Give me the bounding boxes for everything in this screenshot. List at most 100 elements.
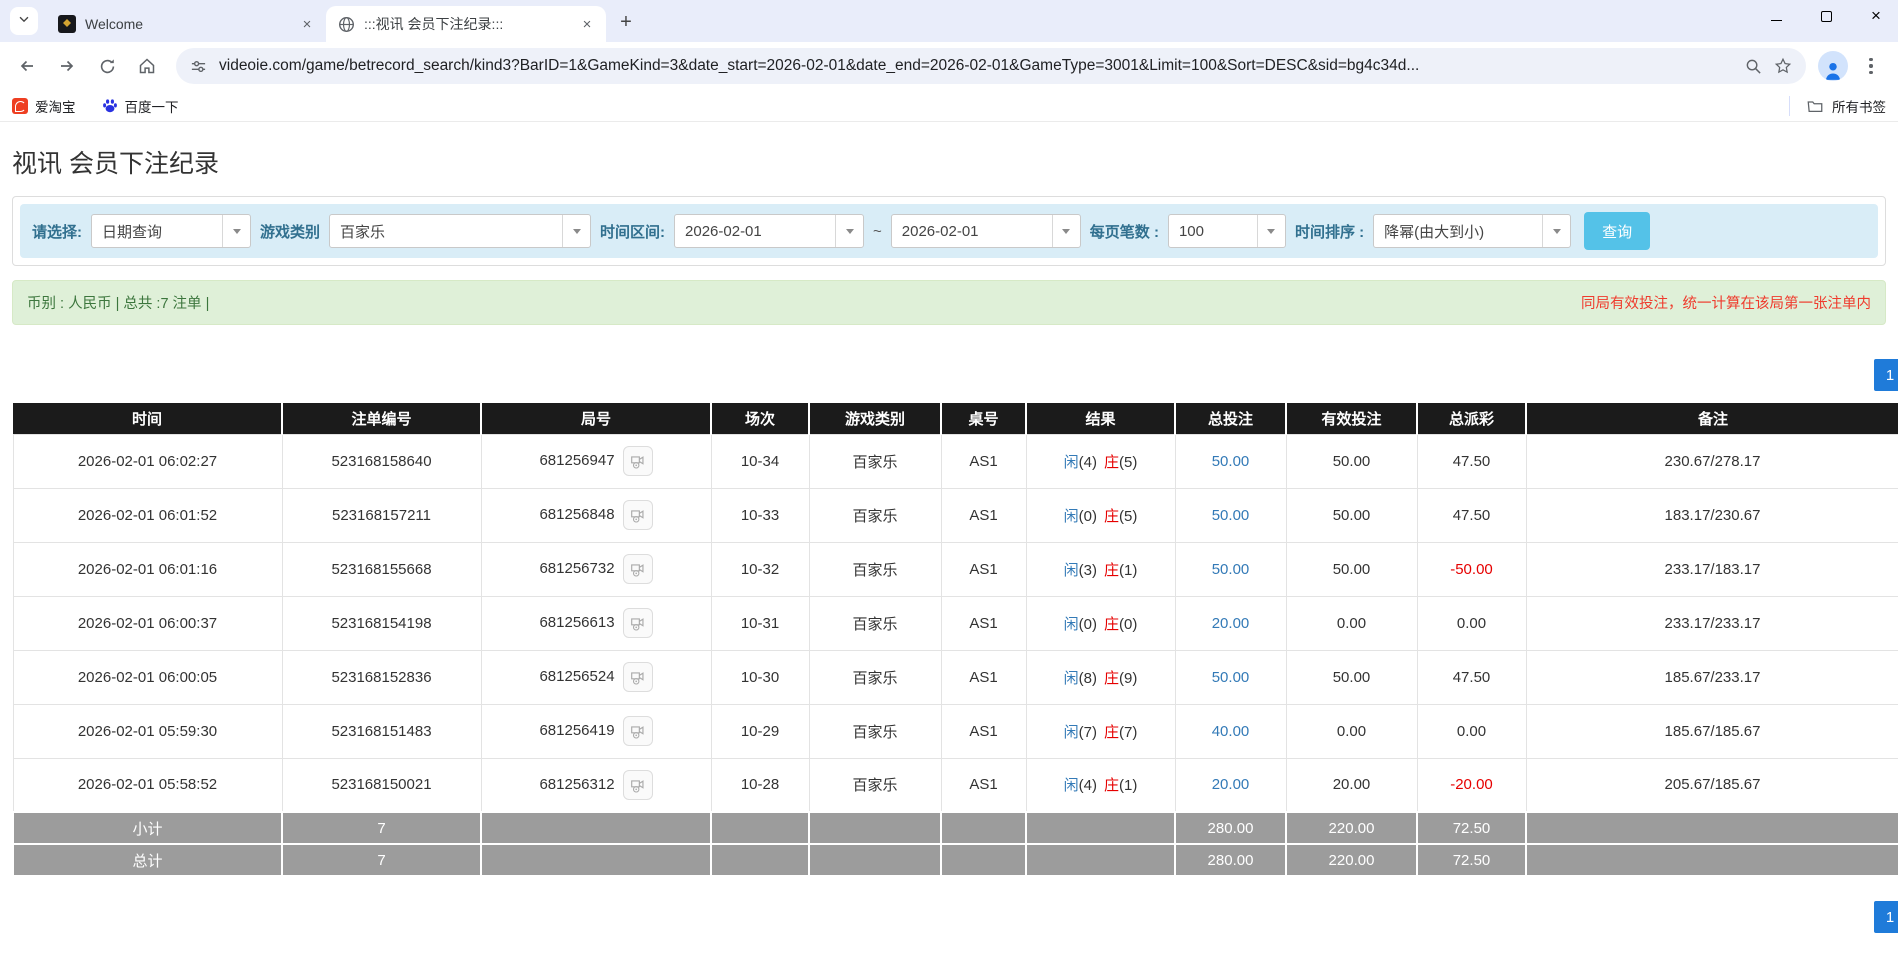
page-number-button[interactable]: 1	[1874, 901, 1898, 933]
cell-total-bet[interactable]: 50.00	[1174, 541, 1287, 597]
chevron-down-icon[interactable]	[1051, 215, 1080, 247]
banker-score: (5)	[1119, 453, 1138, 471]
table-header-row: 时间 注单编号 局号 场次 游戏类别 桌号 结果 总投注 有效投注 总派彩 备注	[13, 403, 1898, 434]
cell-total-bet[interactable]: 20.00	[1174, 595, 1287, 651]
query-button[interactable]: 查询	[1584, 212, 1651, 250]
banker-score: (7)	[1119, 723, 1138, 741]
video-replay-button[interactable]	[622, 769, 653, 800]
date-type-select[interactable]: 日期查询	[91, 214, 251, 248]
video-replay-button[interactable]	[622, 662, 653, 692]
header-payout: 总派彩	[1417, 403, 1527, 434]
back-icon[interactable]	[10, 49, 44, 83]
pagination-bottom: 1	[12, 901, 1898, 933]
page-number-button[interactable]: 1	[1874, 359, 1898, 391]
tab-search-button[interactable]	[10, 7, 38, 35]
cell-note: 185.67/233.17	[1525, 649, 1898, 705]
player-result: 闲	[1063, 723, 1079, 741]
cell-result: 闲(0) 庄(5)	[1025, 487, 1176, 543]
summary-currency-count: 币别 : 人民币 | 总共 :7 注单 |	[27, 296, 210, 312]
total-total-bet: 280.00	[1174, 843, 1287, 877]
cell-total-bet[interactable]: 20.00	[1174, 757, 1287, 813]
profile-avatar[interactable]	[1818, 51, 1848, 81]
folder-icon	[1806, 97, 1824, 115]
total-label: 总计	[12, 843, 283, 877]
video-replay-button[interactable]	[622, 716, 653, 746]
page-size-value: 100	[1178, 222, 1204, 240]
tab-welcome[interactable]: Welcome ×	[46, 6, 326, 42]
total-payout: 72.50	[1416, 843, 1527, 877]
url-text[interactable]: videoie.com/game/betrecord_search/kind3?…	[219, 57, 1733, 75]
close-window-icon[interactable]: ×	[1868, 6, 1884, 25]
chevron-down-icon[interactable]	[1542, 215, 1570, 247]
sort-select[interactable]: 降幂(由大到小)	[1373, 214, 1572, 248]
date-range-label: 时间区间:	[600, 223, 666, 241]
forward-icon[interactable]	[50, 49, 84, 83]
round-number: 681256613	[539, 613, 615, 631]
bet-records-table: 时间 注单编号 局号 场次 游戏类别 桌号 结果 总投注 有效投注 总派彩 备注…	[12, 403, 1898, 877]
cell-table: AS1	[940, 433, 1027, 489]
date-start-value: 2026-02-01	[685, 222, 762, 240]
select-type-label: 请选择:	[32, 223, 82, 241]
globe-icon	[338, 16, 355, 33]
bookmark-baidu[interactable]: 百度一下	[102, 96, 179, 116]
chevron-down-icon[interactable]	[835, 215, 863, 247]
bookmark-star-icon[interactable]	[1774, 57, 1792, 75]
url-bar[interactable]: videoie.com/game/betrecord_search/kind3?…	[176, 48, 1806, 84]
baidu-paw-icon	[102, 98, 118, 114]
date-type-value: 日期查询	[102, 223, 163, 241]
video-replay-button[interactable]	[622, 500, 653, 530]
chevron-down-icon[interactable]	[1256, 215, 1285, 247]
cell-bet-id: 523168155668	[281, 541, 482, 597]
video-replay-button[interactable]	[622, 608, 653, 638]
cell-round: 681256419	[480, 703, 712, 759]
date-start-select[interactable]: 2026-02-01	[674, 214, 865, 248]
cell-note: 183.17/230.67	[1525, 487, 1898, 543]
home-icon[interactable]	[130, 49, 164, 83]
video-replay-button[interactable]	[622, 446, 653, 476]
cell-payout: 47.50	[1416, 487, 1527, 543]
date-end-select[interactable]: 2026-02-01	[890, 214, 1081, 248]
cell-session: 10-33	[710, 487, 810, 543]
close-icon[interactable]: ×	[298, 15, 316, 33]
new-tab-button[interactable]: +	[612, 8, 640, 36]
cell-total-bet[interactable]: 50.00	[1174, 433, 1287, 489]
date-range-tilde: ~	[873, 222, 882, 240]
header-total-bet: 总投注	[1175, 403, 1287, 434]
site-controls-icon[interactable]	[190, 58, 207, 75]
cell-round: 681256732	[480, 541, 712, 597]
maximize-icon[interactable]	[1818, 8, 1834, 24]
cell-session: 10-29	[710, 703, 810, 759]
cell-session: 10-30	[710, 649, 810, 705]
cell-round: 681256524	[480, 649, 712, 705]
subtotal-label: 小计	[12, 811, 283, 845]
cell-note: 205.67/185.67	[1525, 757, 1898, 813]
player-result: 闲	[1063, 453, 1079, 471]
game-type-select[interactable]: 百家乐	[329, 214, 592, 248]
tab-bet-records[interactable]: :::视讯 会员下注纪录::: ×	[326, 6, 606, 42]
menu-kebab-icon[interactable]	[1854, 49, 1888, 83]
video-replay-button[interactable]	[622, 554, 653, 584]
all-bookmarks-label: 所有书签	[1832, 99, 1886, 115]
cell-total-bet[interactable]: 50.00	[1174, 487, 1287, 543]
taobao-icon	[12, 97, 28, 114]
chevron-down-icon[interactable]	[222, 215, 250, 247]
all-bookmarks-button[interactable]: 所有书签	[1789, 95, 1886, 116]
chevron-down-icon[interactable]	[562, 215, 590, 247]
player-score: (4)	[1078, 453, 1097, 471]
bookmark-aitaobao[interactable]: 爱淘宝	[12, 96, 76, 116]
zoom-icon[interactable]	[1745, 58, 1762, 75]
page-size-select[interactable]: 100	[1167, 214, 1286, 248]
cell-game: 百家乐	[808, 649, 942, 705]
minimize-icon[interactable]	[1768, 8, 1784, 24]
reload-icon[interactable]	[90, 49, 124, 83]
cell-valid-bet: 0.00	[1285, 595, 1418, 651]
close-icon[interactable]: ×	[578, 15, 596, 33]
round-number: 681256947	[539, 451, 615, 469]
bookmark-label: 爱淘宝	[35, 99, 76, 115]
cell-total-bet[interactable]: 50.00	[1174, 649, 1287, 705]
tab-title: Welcome	[85, 16, 144, 32]
round-number: 681256848	[539, 505, 615, 523]
round-number: 681256732	[539, 559, 615, 577]
cell-total-bet[interactable]: 40.00	[1174, 703, 1287, 759]
filter-panel: 请选择: 日期查询 游戏类别 百家乐 时间区间: 2026-02-01 ~ 20…	[12, 196, 1886, 266]
